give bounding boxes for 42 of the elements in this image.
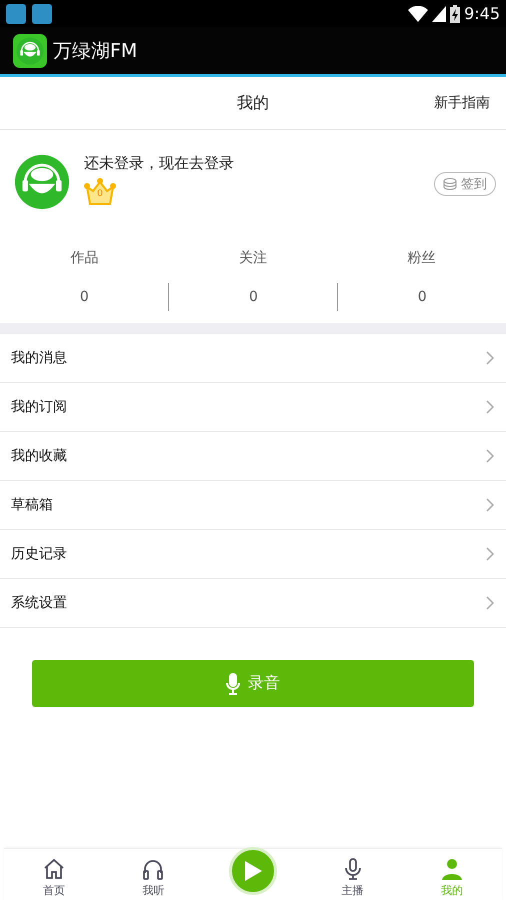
stat-label: 作品 <box>70 249 98 268</box>
nav-tab[interactable]: 主播 <box>302 849 402 901</box>
menu-item[interactable]: 系统设置 <box>0 579 506 628</box>
crown-icon <box>84 177 116 205</box>
menu-item[interactable]: 历史记录 <box>0 530 506 579</box>
menu-item[interactable]: 我的订阅 <box>0 383 506 432</box>
person-icon <box>440 857 464 881</box>
home-icon <box>42 857 66 881</box>
nav-tab[interactable]: 首页 <box>4 849 104 901</box>
chevron-icon <box>486 400 494 414</box>
guide-link[interactable]: 新手指南 <box>434 94 490 112</box>
stat-value[interactable]: 0 <box>80 283 89 311</box>
chevron-icon <box>486 351 494 365</box>
checkin-button[interactable]: 签到 <box>434 172 496 196</box>
stat-value[interactable]: 0 <box>168 283 338 311</box>
nav-tab[interactable]: 我听 <box>104 849 204 901</box>
signal-icon <box>432 6 446 22</box>
play-button[interactable] <box>228 847 277 895</box>
page-title: 我的 <box>237 92 269 114</box>
menu-item[interactable]: 我的消息 <box>0 334 506 383</box>
login-prompt[interactable]: 还未登录，现在去登录 <box>84 154 234 173</box>
stat-label: 关注 <box>238 249 267 268</box>
app-title: 万绿湖FM <box>53 38 138 64</box>
chevron-icon <box>486 596 494 610</box>
menu-item[interactable]: 我的收藏 <box>0 432 506 481</box>
level-number: 0 <box>96 189 104 199</box>
microphone-icon <box>226 672 240 694</box>
avatar-icon <box>14 154 70 210</box>
notification-icon <box>32 4 52 24</box>
chevron-icon <box>486 449 494 463</box>
chevron-icon <box>486 547 494 561</box>
clock-time: 9:45 <box>464 4 500 23</box>
stat-label: 粉丝 <box>408 249 436 268</box>
stat-value[interactable]: 0 <box>336 283 506 311</box>
notification-icon <box>6 4 26 24</box>
battery-icon <box>450 4 460 22</box>
headphones-icon <box>141 857 166 881</box>
chevron-icon <box>486 498 494 512</box>
coins-icon <box>443 178 457 190</box>
play-icon <box>242 860 263 882</box>
wifi-icon <box>408 6 428 22</box>
menu-item[interactable]: 草稿箱 <box>0 481 506 530</box>
